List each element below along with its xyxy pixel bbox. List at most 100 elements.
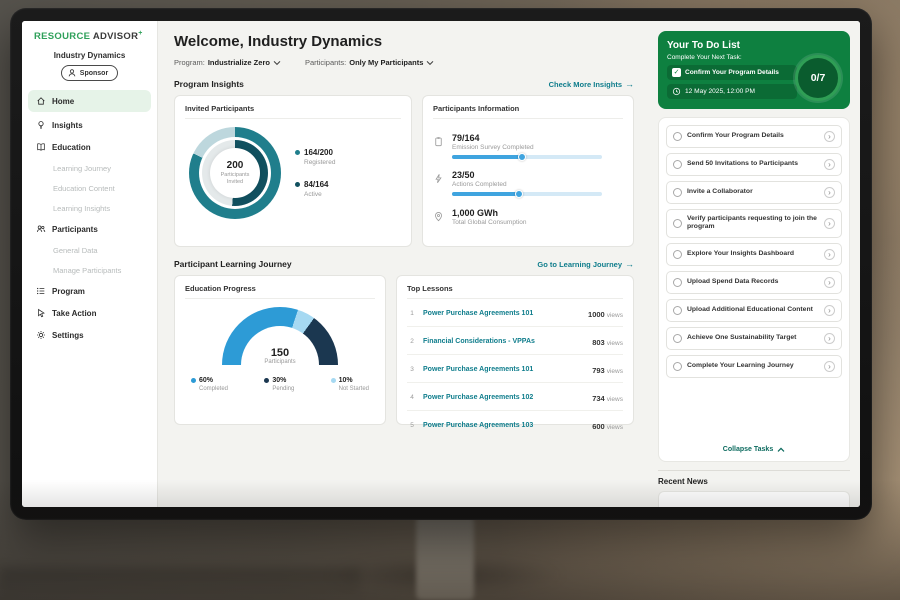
sidebar-item-participants[interactable]: Participants [22, 218, 157, 240]
actions-progress-bar [452, 192, 602, 196]
task-row-achieve-target[interactable]: Achieve One Sustainability Target › [666, 327, 842, 350]
people-icon [36, 224, 46, 234]
lightbulb-icon [36, 120, 46, 130]
sidebar-item-manage-participants[interactable]: Manage Participants [22, 260, 157, 280]
home-icon [36, 96, 46, 106]
recent-news-card [658, 491, 850, 507]
sponsor-label: Sponsor [80, 70, 108, 77]
scene-background: RESOURCE ADVISOR+ Industry Dynamics Spon… [0, 0, 900, 600]
chevron-right-icon: › [824, 277, 835, 288]
lesson-views: 600views [592, 416, 623, 434]
monitor-frame: RESOURCE ADVISOR+ Industry Dynamics Spon… [10, 8, 872, 520]
task-label: Achieve One Sustainability Target [687, 334, 819, 342]
sponsor-badge[interactable]: Sponsor [61, 65, 118, 81]
stat-label: Emission Survey Completed [452, 144, 602, 151]
person-icon [67, 68, 77, 78]
collapse-label: Collapse Tasks [723, 446, 773, 453]
sidebar-item-home[interactable]: Home [28, 90, 151, 112]
lesson-number: 3 [407, 366, 417, 373]
learning-journey-header: Participant Learning Journey Go to Learn… [174, 259, 634, 269]
check-more-insights-link[interactable]: Check More Insights → [549, 79, 634, 89]
sidebar: RESOURCE ADVISOR+ Industry Dynamics Spon… [22, 21, 158, 507]
nav-label: Program [52, 287, 85, 296]
app-logo: RESOURCE ADVISOR+ [22, 30, 157, 49]
sidebar-item-education-content[interactable]: Education Content [22, 178, 157, 198]
gauge-center-label: Participants [222, 359, 338, 365]
todo-progress-value: 0/7 [811, 72, 826, 84]
chevron-down-icon [426, 60, 434, 66]
dashboard-screen: RESOURCE ADVISOR+ Industry Dynamics Spon… [22, 21, 860, 507]
legend-completed: 60% Completed [191, 377, 228, 392]
radio-icon [673, 362, 682, 371]
chevron-right-icon: › [824, 305, 835, 316]
cursor-icon [36, 308, 46, 318]
task-row-complete-learning-journey[interactable]: Complete Your Learning Journey › [666, 355, 842, 378]
sidebar-item-learning-insights[interactable]: Learning Insights [22, 198, 157, 218]
lesson-row: 2 Financial Considerations - VPPAs 803vi… [407, 327, 623, 355]
top-lessons-card: Top Lessons 1 Power Purchase Agreements … [396, 275, 634, 425]
lesson-row: 3 Power Purchase Agreements 101 793views [407, 355, 623, 383]
legend-dot-dark [264, 378, 269, 383]
lesson-views: 1000views [588, 304, 623, 322]
legend-registered: 164/200 Registered [295, 148, 335, 166]
radio-icon [673, 160, 682, 169]
card-title: Education Progress [185, 284, 375, 299]
registered-label: Registered [304, 159, 335, 166]
task-label: Send 50 Invitations to Participants [687, 160, 819, 168]
task-label: Complete Your Learning Journey [687, 362, 819, 370]
desk-shadow [0, 568, 360, 600]
task-row-upload-spend-data[interactable]: Upload Spend Data Records › [666, 271, 842, 294]
sidebar-item-take-action[interactable]: Take Action [22, 302, 157, 324]
sidebar-item-insights[interactable]: Insights [22, 114, 157, 136]
lesson-row: 5 Power Purchase Agreements 103 600views [407, 411, 623, 438]
participants-information-card: Participants Information 79/164 Emission… [422, 95, 634, 247]
radio-icon [673, 132, 682, 141]
task-label: Confirm Your Program Details [687, 132, 819, 140]
participants-filter-dropdown[interactable]: Participants: Only My Participants [305, 58, 434, 67]
lesson-link[interactable]: Power Purchase Agreements 103 [423, 422, 586, 429]
sidebar-item-settings[interactable]: Settings [22, 324, 157, 346]
task-row-upload-educational-content[interactable]: Upload Additional Educational Content › [666, 299, 842, 322]
task-row-confirm-program[interactable]: Confirm Your Program Details › [666, 125, 842, 148]
chevron-right-icon: › [824, 187, 835, 198]
logo-text-resource: RESOURCE [34, 31, 90, 42]
lesson-link[interactable]: Power Purchase Agreements 101 [423, 310, 582, 317]
nav-label: Home [52, 97, 74, 106]
active-label: Active [304, 191, 335, 198]
program-filter-dropdown[interactable]: Program: Industrialize Zero [174, 58, 281, 67]
nav-label: Learning Insights [53, 204, 110, 213]
todo-summary-card: Your To Do List Complete Your Next Task:… [658, 31, 850, 109]
participants-filter-label: Participants: [305, 58, 346, 67]
sidebar-item-general-data[interactable]: General Data [22, 240, 157, 260]
legend-dot-light [331, 378, 336, 383]
next-task-label: Confirm Your Program Details [685, 69, 779, 76]
chevron-right-icon: › [824, 131, 835, 142]
lesson-link[interactable]: Power Purchase Agreements 101 [423, 366, 586, 373]
todo-next-task[interactable]: ✓ Confirm Your Program Details [667, 65, 797, 80]
sidebar-item-education[interactable]: Education [22, 136, 157, 158]
donut-center: 200 Participants Invited [210, 148, 260, 198]
lesson-views: 803views [592, 332, 623, 350]
clock-icon [672, 87, 681, 96]
radio-icon [673, 334, 682, 343]
lesson-link[interactable]: Power Purchase Agreements 102 [423, 394, 586, 401]
task-row-invite-collaborator[interactable]: Invite a Collaborator › [666, 181, 842, 204]
go-to-learning-journey-link[interactable]: Go to Learning Journey → [537, 259, 634, 269]
lesson-number: 2 [407, 338, 417, 345]
radio-icon [673, 306, 682, 315]
lesson-link[interactable]: Financial Considerations - VPPAs [423, 338, 586, 345]
task-row-verify-participants[interactable]: Verify participants requesting to join t… [666, 209, 842, 238]
task-row-send-invitations[interactable]: Send 50 Invitations to Participants › [666, 153, 842, 176]
due-label: 12 May 2025, 12:00 PM [685, 88, 755, 95]
main-content: Welcome, Industry Dynamics Program: Indu… [158, 21, 648, 507]
sidebar-item-learning-journey[interactable]: Learning Journey [22, 158, 157, 178]
collapse-tasks-link[interactable]: Collapse Tasks [666, 441, 842, 457]
program-insights-title: Program Insights [174, 79, 244, 89]
task-row-explore-insights[interactable]: Explore Your Insights Dashboard › [666, 243, 842, 266]
nav-label: General Data [53, 246, 98, 255]
lesson-row: 4 Power Purchase Agreements 102 734views [407, 383, 623, 411]
sidebar-item-program[interactable]: Program [22, 280, 157, 302]
emission-progress-bar [452, 155, 602, 159]
clipboard-icon [433, 136, 444, 147]
arrow-right-icon: → [625, 79, 634, 89]
